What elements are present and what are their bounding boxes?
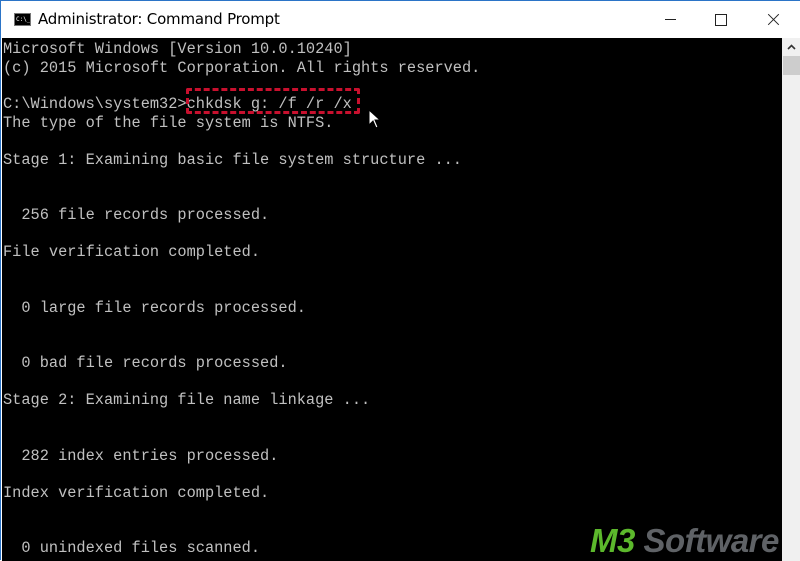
- console-line: Index verification completed.: [3, 484, 270, 502]
- close-icon: [767, 13, 780, 26]
- console-line: Microsoft Windows [Version 10.0.10240]: [3, 40, 352, 58]
- console-line: 282 index entries processed.: [3, 447, 279, 465]
- maximize-icon: [715, 13, 727, 26]
- minimize-icon: [664, 19, 676, 20]
- console-line: File verification completed.: [3, 243, 261, 261]
- command-highlight-box: [186, 88, 360, 114]
- window-title: Administrator: Command Prompt: [38, 10, 280, 28]
- close-button[interactable]: [750, 1, 796, 38]
- console-line: 0 unindexed files scanned.: [3, 539, 261, 557]
- chevron-up-icon: [787, 43, 796, 50]
- brand-watermark: M3 Software: [590, 523, 779, 559]
- console-line: Stage 2: Examining file name linkage ...: [3, 391, 371, 409]
- console-line: The type of the file system is NTFS.: [3, 114, 334, 132]
- scroll-thumb[interactable]: [783, 56, 800, 75]
- console-line: 0 bad file records processed.: [3, 354, 288, 372]
- console-line: (c) 2015 Microsoft Corporation. All righ…: [3, 59, 481, 77]
- watermark-m3: M3: [590, 522, 635, 559]
- minimize-button[interactable]: [647, 1, 693, 38]
- console-output[interactable]: Microsoft Windows [Version 10.0.10240] (…: [2, 38, 782, 561]
- console-line: Stage 1: Examining basic file system str…: [3, 151, 462, 169]
- prompt: C:\Windows\system32>: [3, 95, 187, 113]
- scroll-up-button[interactable]: [782, 38, 800, 55]
- maximize-button[interactable]: [698, 1, 744, 38]
- mouse-cursor-icon: [368, 109, 382, 129]
- watermark-software: Software: [634, 522, 780, 559]
- cmd-icon: C:\_: [14, 13, 31, 26]
- console-line: 256 file records processed.: [3, 206, 270, 224]
- title-bar[interactable]: C:\_ Administrator: Command Prompt: [1, 1, 800, 38]
- vertical-scrollbar[interactable]: [782, 38, 800, 561]
- command-prompt-window: C:\_ Administrator: Command Prompt Micro…: [0, 0, 800, 561]
- console-line: 0 large file records processed.: [3, 299, 306, 317]
